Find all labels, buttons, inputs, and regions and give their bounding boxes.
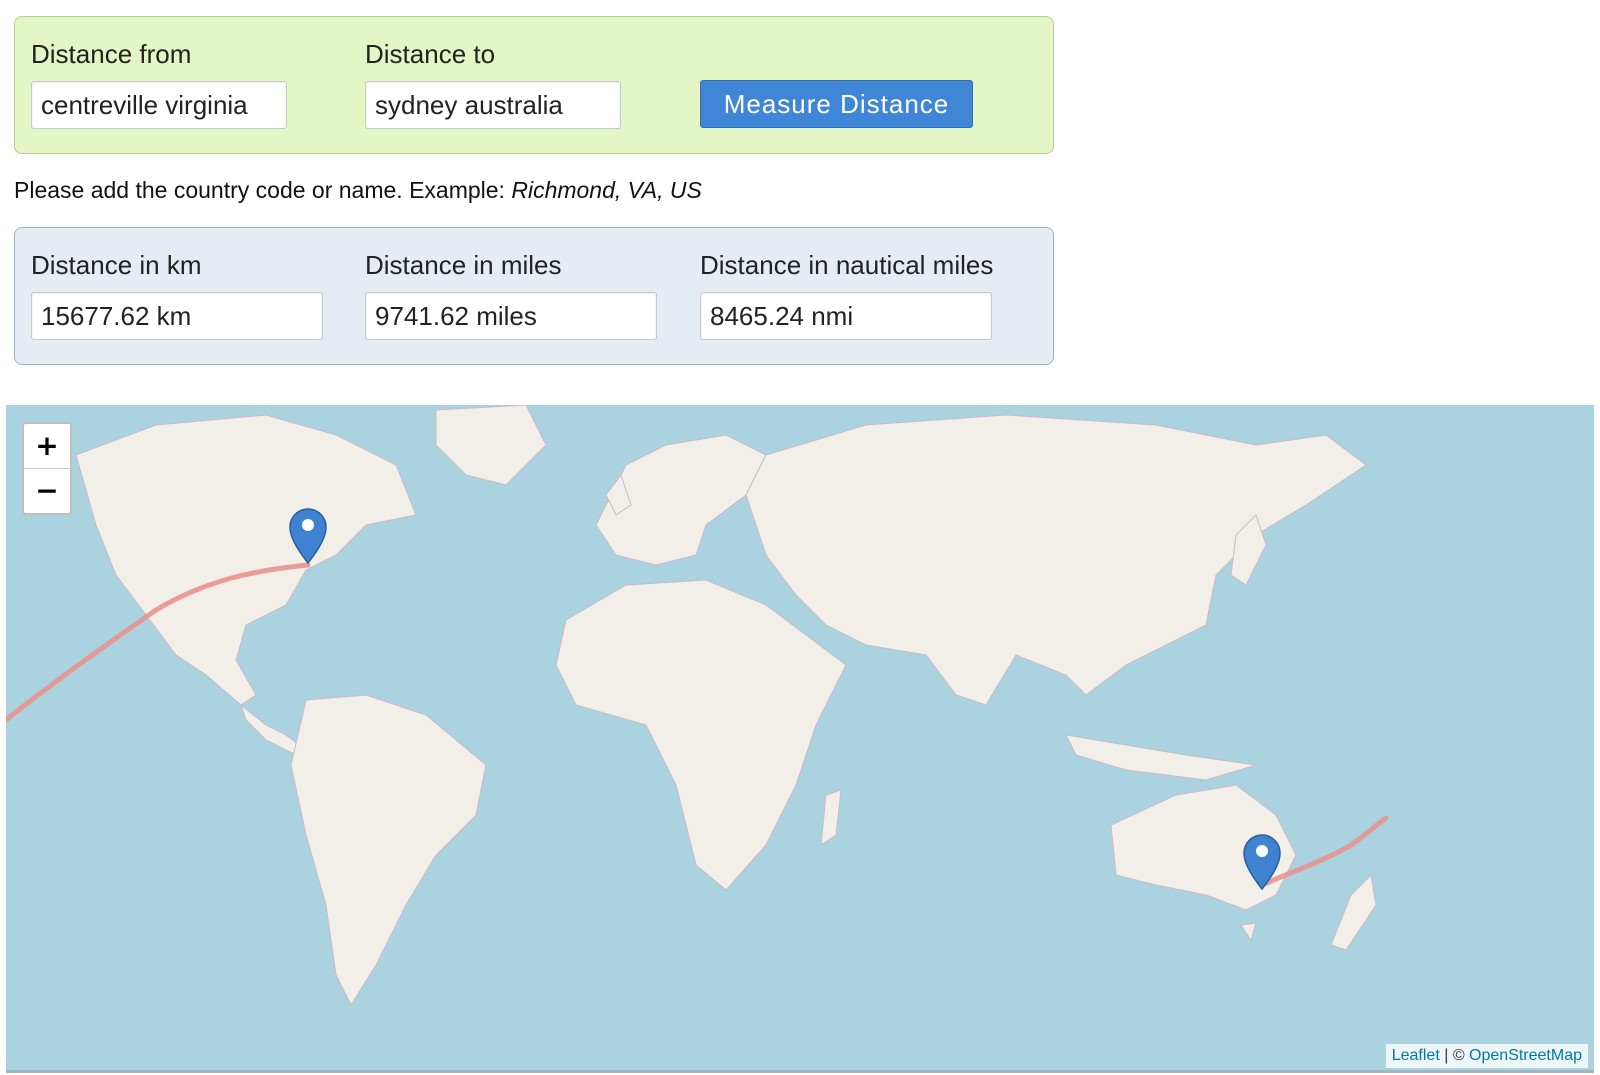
zoom-control: + − <box>22 422 72 515</box>
results-panel: Distance in km Distance in miles Distanc… <box>14 227 1054 365</box>
indonesia-landmass <box>1065 734 1257 781</box>
openstreetmap-link[interactable]: OpenStreetMap <box>1469 1047 1582 1064</box>
map-attribution: Leaflet | © OpenStreetMap <box>1385 1044 1588 1068</box>
hint-message: Please add the country code or name. Exa… <box>14 177 512 203</box>
madagascar-landmass <box>820 789 842 847</box>
nmi-label: Distance in nautical miles <box>700 250 994 280</box>
attribution-separator: | © <box>1439 1047 1470 1064</box>
to-input[interactable] <box>365 81 621 129</box>
km-label: Distance in km <box>31 250 202 280</box>
greenland-landmass <box>435 405 547 486</box>
world-map[interactable]: + − Leaflet | © OpenStreetMap <box>6 405 1594 1073</box>
new-zealand-landmass <box>1330 873 1377 951</box>
zoom-out-button[interactable]: − <box>24 469 70 513</box>
leaflet-link[interactable]: Leaflet <box>1392 1047 1440 1064</box>
map-tiles <box>6 405 1389 1007</box>
from-input[interactable] <box>31 81 287 129</box>
from-label: Distance from <box>31 39 192 69</box>
km-output[interactable] <box>31 292 323 340</box>
north-america-landmass <box>75 414 417 706</box>
hint-text: Please add the country code or name. Exa… <box>14 177 702 204</box>
south-america-landmass <box>290 694 487 1007</box>
hint-example: Richmond, VA, US <box>511 177 702 203</box>
to-label: Distance to <box>365 39 496 69</box>
distance-form-panel: Distance from Distance to Measure Distan… <box>14 16 1054 154</box>
zoom-in-button[interactable]: + <box>24 424 70 469</box>
tasmania-landmass <box>1240 922 1257 942</box>
measure-distance-button[interactable]: Measure Distance <box>700 80 973 128</box>
miles-output[interactable] <box>365 292 657 340</box>
nmi-output[interactable] <box>700 292 992 340</box>
miles-label: Distance in miles <box>365 250 562 280</box>
africa-landmass <box>555 579 847 891</box>
